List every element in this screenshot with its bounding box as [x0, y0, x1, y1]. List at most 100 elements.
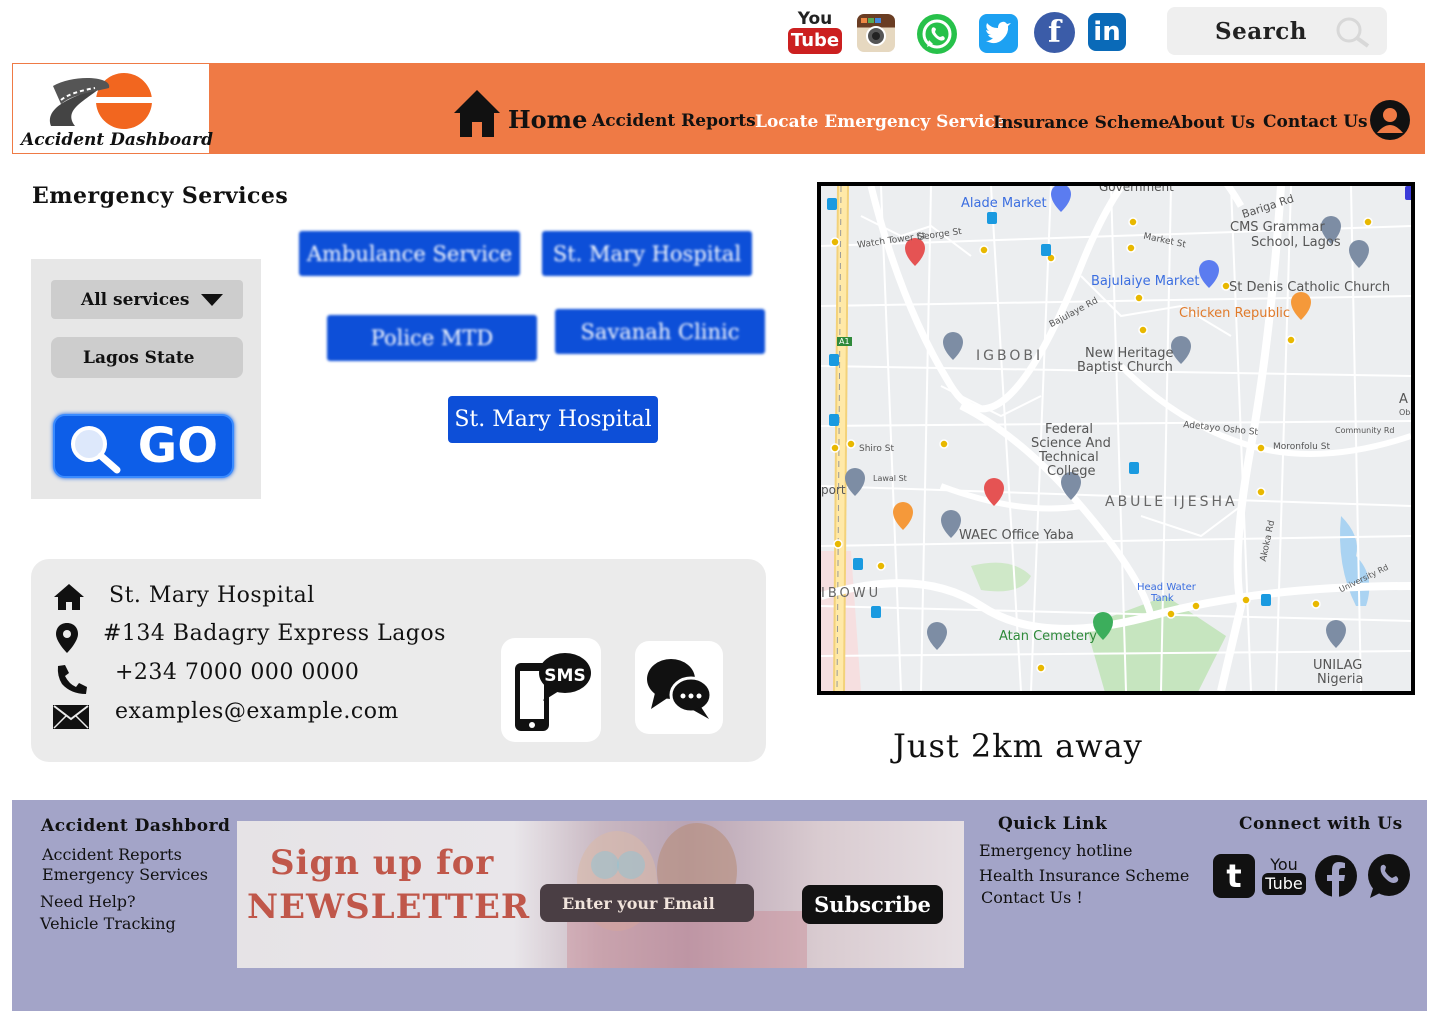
nav-insurance-scheme[interactable]: Insurance Scheme: [993, 113, 1169, 133]
map-label-ak: AK: [1399, 392, 1411, 407]
map-label-federal2: Science And: [1031, 436, 1111, 451]
nav-about-us[interactable]: About Us: [1168, 113, 1255, 133]
footer-link-emergency-services[interactable]: Emergency Services: [42, 865, 208, 884]
selected-service-button[interactable]: St. Mary Hospital: [448, 396, 658, 443]
map-label-cms2: School, Lagos: [1251, 235, 1341, 250]
map-label-unilag2: Nigeria: [1317, 672, 1364, 687]
logo-text: Accident Dashboard: [21, 130, 213, 150]
subscribe-button[interactable]: Subscribe: [802, 885, 943, 924]
tumblr-glyph: t: [1213, 854, 1255, 898]
details-address: #134 Badagry Express Lagos: [103, 621, 446, 646]
map-label-unilag1: UNILAG: [1313, 658, 1363, 673]
chat-button[interactable]: [635, 641, 723, 734]
footer-link-vehicle-tracking[interactable]: Vehicle Tracking: [40, 914, 176, 933]
location-pin-icon: [56, 623, 78, 653]
newsletter-email-input[interactable]: [540, 884, 754, 922]
map-label-stdenis: St Denis Catholic Church: [1229, 280, 1391, 295]
tumblr-icon[interactable]: t: [1212, 853, 1256, 899]
location-select[interactable]: Lagos State: [51, 337, 243, 378]
newsletter-title-line1: Sign up for: [270, 843, 495, 883]
home-icon[interactable]: [453, 88, 501, 138]
map-label-federal1: Federal: [1045, 422, 1093, 437]
search-icon[interactable]: [1333, 15, 1373, 49]
go-button-label: GO: [137, 418, 218, 474]
chat-bubbles-icon: [647, 658, 713, 719]
nav-home[interactable]: Home: [508, 105, 587, 134]
footer-link-emergency-hotline[interactable]: Emergency hotline: [979, 841, 1132, 860]
service-details-card: St. Mary Hospital #134 Badagry Express L…: [31, 559, 766, 762]
map-label-headwater2: Tank: [1151, 593, 1174, 604]
youtube-text-top: You: [1270, 855, 1298, 874]
twitter-icon[interactable]: [979, 14, 1018, 53]
youtube-icon-text-bottom: Tube: [787, 28, 843, 54]
service-st-mary-button[interactable]: St. Mary Hospital: [542, 231, 752, 276]
distance-text: Just 2km away: [893, 727, 1143, 765]
footer-link-need-help[interactable]: Need Help?: [40, 892, 136, 911]
details-phone: +234 7000 000 0000: [115, 660, 360, 685]
map-label-community: Community Rd: [1335, 426, 1395, 435]
map-label-baptist: Baptist Church: [1077, 360, 1173, 375]
map-label-abule: ABULE IJESHA: [1105, 494, 1238, 510]
sms-icon-label: SMS: [544, 666, 585, 686]
map-label-bajulaiye: Bajulaiye Market: [1091, 274, 1200, 289]
facebook-icon[interactable]: f: [1034, 12, 1075, 53]
twitter-glyph: [986, 21, 1011, 44]
details-email: examples@example.com: [115, 699, 399, 724]
newsletter-banner: Sign up for NEWSLETTER Subscribe: [237, 821, 964, 968]
service-select-value: All services: [81, 289, 190, 310]
location-select-value: Lagos State: [83, 347, 195, 368]
footer-quick-link-title: Quick Link: [998, 814, 1108, 834]
map-label-atan: Atan Cemetery: [999, 629, 1097, 644]
sms-button[interactable]: SMS: [501, 638, 601, 742]
whatsapp-glyph: [922, 19, 952, 49]
search-label: Search: [1215, 17, 1307, 45]
footer-connect-title: Connect with Us: [1239, 814, 1403, 834]
home-icon: [54, 584, 84, 610]
youtube-icon[interactable]: You Tube: [1262, 853, 1306, 899]
youtube-text-bottom: Tube: [1262, 873, 1306, 895]
filter-panel: All services Lagos State GO: [31, 259, 261, 499]
details-name: St. Mary Hospital: [109, 583, 315, 608]
footer: Accident Dashbord Accident Reports Emerg…: [12, 800, 1427, 1011]
facebook-icon[interactable]: [1314, 853, 1358, 899]
search-box[interactable]: Search: [1167, 7, 1387, 55]
footer-link-contact-us[interactable]: Contact Us !: [981, 888, 1083, 907]
map-label-federal4: College: [1047, 464, 1096, 479]
logo[interactable]: Accident Dashboard: [12, 63, 213, 154]
footer-link-health-insurance[interactable]: Health Insurance Scheme: [979, 866, 1189, 885]
whatsapp-icon[interactable]: [917, 14, 957, 54]
newsletter-title-line2: NEWSLETTER: [247, 887, 531, 927]
sms-icon: SMS: [515, 653, 591, 731]
user-avatar-icon[interactable]: [1369, 99, 1411, 141]
footer-brand-title: Accident Dashbord: [41, 816, 231, 836]
nav-accident-reports[interactable]: Accident Reports: [592, 111, 756, 131]
map-label-port: port: [821, 483, 846, 497]
map-label-headwater1: Head Water: [1137, 582, 1196, 593]
service-ambulance-button[interactable]: Ambulance Service: [299, 231, 520, 276]
go-button[interactable]: GO: [53, 414, 234, 478]
chevron-down-icon: [201, 294, 223, 306]
instagram-glyph: [861, 18, 886, 46]
map-label-a1: A1: [837, 337, 852, 346]
map-roads: [821, 186, 1411, 691]
emergency-services-title: Emergency Services: [32, 183, 289, 209]
map-label-ibowu: IBOWU: [821, 586, 882, 601]
map-label-federal3: Technical: [1039, 450, 1099, 465]
nav-locate-emergency[interactable]: Locate Emergency Service: [755, 112, 1006, 132]
footer-link-accident-reports[interactable]: Accident Reports: [42, 845, 182, 864]
instagram-icon[interactable]: [857, 14, 895, 52]
nav-contact-us[interactable]: Contact Us: [1263, 112, 1368, 132]
service-police-button[interactable]: Police MTD: [327, 315, 537, 361]
map-label-obayan: Obayan: [1399, 408, 1415, 417]
linkedin-icon[interactable]: in: [1088, 13, 1126, 51]
youtube-icon-text-top: You: [797, 9, 833, 29]
map-view[interactable]: Government Alade Market Bariga Rd CMS Gr…: [817, 182, 1415, 695]
search-icon: [71, 426, 121, 474]
service-savanah-button[interactable]: Savanah Clinic: [555, 309, 765, 354]
map-label-newheritage: New Heritage: [1085, 346, 1174, 361]
service-select[interactable]: All services: [51, 280, 243, 319]
whatsapp-icon[interactable]: [1365, 853, 1413, 899]
map-label-shiro: Shiro St: [859, 444, 895, 454]
youtube-icon[interactable]: You Tube: [787, 6, 843, 58]
map-label-moronfolu: Moronfolu St: [1273, 442, 1330, 452]
